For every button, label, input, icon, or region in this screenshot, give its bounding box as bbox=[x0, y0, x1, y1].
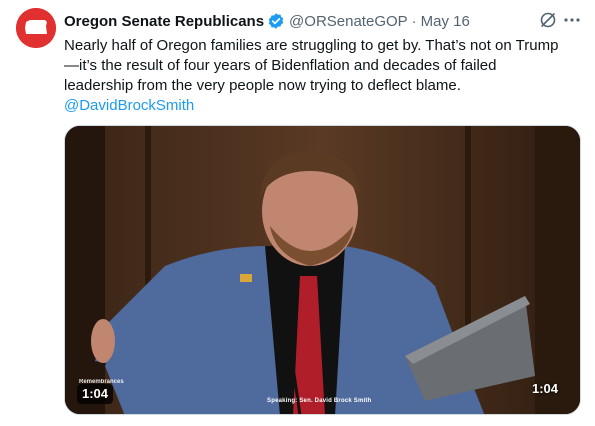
more-icon[interactable] bbox=[562, 10, 582, 30]
author-handle[interactable]: @ORSenateGOP bbox=[289, 13, 408, 30]
grok-icon[interactable] bbox=[538, 10, 558, 30]
video-caption: Speaking: Sen. David Brock Smith bbox=[267, 398, 372, 404]
tweet-date[interactable]: May 16 bbox=[421, 13, 470, 30]
tweet-text-line: leadership from the very people now tryi… bbox=[64, 77, 461, 94]
video-frame bbox=[65, 126, 580, 414]
oregon-logo-icon bbox=[16, 8, 56, 48]
mention-link[interactable]: @DavidBrockSmith bbox=[64, 96, 579, 116]
tweet-text-line: Nearly half of Oregon families are strug… bbox=[64, 37, 559, 54]
video-timestamp: 1:04 bbox=[531, 381, 558, 396]
avatar[interactable] bbox=[16, 8, 56, 48]
separator-dot: · bbox=[411, 12, 417, 30]
video-player[interactable]: Remembrances 1:04 1:04 Speaking: Sen. Da… bbox=[64, 125, 581, 415]
tweet-text: Nearly half of Oregon families are strug… bbox=[64, 36, 579, 116]
tweet-text-line: —it’s the result of four years of Bidenf… bbox=[64, 57, 497, 74]
verified-badge-icon bbox=[268, 13, 284, 29]
tweet-header: Oregon Senate Republicans @ORSenateGOP ·… bbox=[64, 10, 579, 32]
video-duration-badge: 1:04 bbox=[77, 384, 114, 404]
author-name[interactable]: Oregon Senate Republicans bbox=[64, 13, 264, 30]
